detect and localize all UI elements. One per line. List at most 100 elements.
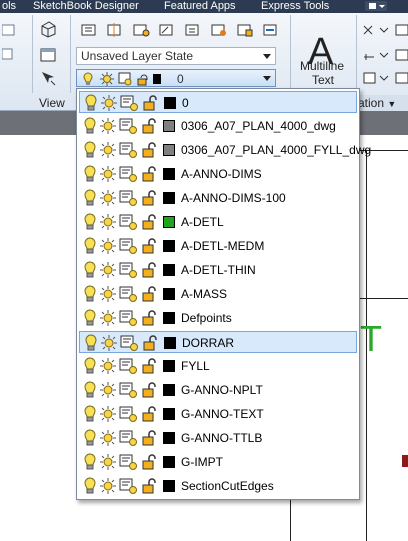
unlock-icon[interactable] bbox=[141, 165, 159, 183]
unlock-icon[interactable] bbox=[141, 285, 159, 303]
viewport-freeze-icon[interactable] bbox=[119, 357, 139, 375]
layer-color-swatch[interactable] bbox=[163, 408, 175, 420]
viewport-freeze-icon[interactable] bbox=[119, 261, 139, 279]
unlock-icon[interactable] bbox=[141, 453, 159, 471]
unlock-icon[interactable] bbox=[141, 141, 159, 159]
layer-row[interactable]: G-IMPT bbox=[79, 451, 357, 473]
layer-color-swatch[interactable] bbox=[163, 240, 175, 252]
layer-row[interactable]: 0306_A07_PLAN_4000_dwg bbox=[79, 115, 357, 137]
viewport-freeze-icon[interactable] bbox=[119, 213, 139, 231]
lightbulb-icon[interactable] bbox=[83, 285, 97, 303]
unlock-icon[interactable] bbox=[141, 309, 159, 327]
sun-freeze-icon[interactable] bbox=[99, 309, 117, 327]
sun-freeze-icon[interactable] bbox=[99, 117, 117, 135]
layer-color-swatch[interactable] bbox=[163, 168, 175, 180]
multiline-text-label-2[interactable]: Text bbox=[312, 73, 334, 87]
right-edge-button-2[interactable] bbox=[392, 46, 408, 66]
lightbulb-icon[interactable] bbox=[83, 189, 97, 207]
layer-row[interactable]: Defpoints bbox=[79, 307, 357, 329]
lightbulb-icon[interactable] bbox=[84, 334, 98, 352]
viewport-freeze-icon[interactable] bbox=[119, 477, 139, 495]
viewport-freeze-icon[interactable] bbox=[119, 237, 139, 255]
right-edge-button-3[interactable] bbox=[392, 69, 408, 89]
layer-color-swatch[interactable] bbox=[163, 288, 175, 300]
right-edge-button[interactable] bbox=[392, 21, 408, 41]
layer-row[interactable]: 0306_A07_PLAN_4000_FYLL_dwg bbox=[79, 139, 371, 161]
sun-freeze-icon[interactable] bbox=[99, 405, 117, 423]
sun-freeze-icon[interactable] bbox=[99, 429, 117, 447]
unlock-icon[interactable] bbox=[142, 94, 160, 112]
unlock-icon[interactable] bbox=[141, 405, 159, 423]
viewport-freeze-icon[interactable] bbox=[119, 405, 139, 423]
menu-item-express-tools[interactable]: Express Tools bbox=[261, 0, 329, 12]
layer-properties-button[interactable] bbox=[78, 20, 100, 40]
viewport-freeze-icon[interactable] bbox=[120, 334, 140, 352]
partial-tool-button-2[interactable] bbox=[0, 45, 22, 65]
layer-row[interactable]: A-ANNO-DIMS-100 bbox=[79, 187, 357, 209]
viewport-freeze-icon[interactable] bbox=[119, 309, 139, 327]
lightbulb-icon[interactable] bbox=[83, 309, 97, 327]
unlock-icon[interactable] bbox=[141, 477, 159, 495]
sun-freeze-icon[interactable] bbox=[100, 94, 118, 112]
layer-color-swatch[interactable] bbox=[163, 192, 175, 204]
lightbulb-icon[interactable] bbox=[83, 381, 97, 399]
layer-row[interactable]: A-DETL-MEDM bbox=[79, 235, 357, 257]
viewport-freeze-icon[interactable] bbox=[119, 285, 139, 303]
sun-freeze-icon[interactable] bbox=[99, 189, 117, 207]
workspace-dropdown[interactable] bbox=[365, 1, 387, 11]
view-cube-button[interactable] bbox=[37, 19, 59, 39]
layer-match-button[interactable] bbox=[130, 20, 152, 40]
lightbulb-icon[interactable] bbox=[83, 429, 97, 447]
table-button[interactable] bbox=[360, 69, 389, 89]
layer-row[interactable]: G-ANNO-TEXT bbox=[79, 403, 357, 425]
unlock-icon[interactable] bbox=[141, 117, 159, 135]
layer-color-swatch[interactable] bbox=[163, 456, 175, 468]
layer-color-swatch[interactable] bbox=[163, 360, 175, 372]
unlock-icon[interactable] bbox=[141, 261, 159, 279]
layer-color-swatch[interactable] bbox=[163, 312, 175, 324]
sun-freeze-icon[interactable] bbox=[99, 213, 117, 231]
lightbulb-icon[interactable] bbox=[83, 357, 97, 375]
lightbulb-icon[interactable] bbox=[83, 477, 97, 495]
unlock-icon[interactable] bbox=[141, 381, 159, 399]
multiline-text-label-1[interactable]: Multiline bbox=[300, 59, 344, 73]
unlock-icon[interactable] bbox=[142, 334, 160, 352]
layer-color-swatch[interactable] bbox=[163, 432, 175, 444]
viewport-freeze-icon[interactable] bbox=[119, 117, 139, 135]
menu-item-sketchbook-designer[interactable]: SketchBook Designer bbox=[33, 0, 139, 12]
layer-row[interactable]: G-ANNO-TTLB bbox=[79, 427, 357, 449]
layer-row[interactable]: G-ANNO-NPLT bbox=[79, 379, 357, 401]
sun-freeze-icon[interactable] bbox=[99, 285, 117, 303]
viewport-freeze-icon[interactable] bbox=[119, 381, 139, 399]
viewport-freeze-icon[interactable] bbox=[119, 141, 139, 159]
unlock-icon[interactable] bbox=[141, 213, 159, 231]
view-window-button[interactable] bbox=[37, 45, 59, 65]
layer-previous-button[interactable] bbox=[156, 20, 178, 40]
layer-color-swatch[interactable] bbox=[163, 480, 175, 492]
unlock-icon[interactable] bbox=[141, 429, 159, 447]
sun-freeze-icon[interactable] bbox=[99, 237, 117, 255]
sun-freeze-icon[interactable] bbox=[100, 334, 118, 352]
lightbulb-icon[interactable] bbox=[83, 237, 97, 255]
unlock-icon[interactable] bbox=[141, 237, 159, 255]
layer-row[interactable]: 0 bbox=[79, 91, 357, 113]
lightbulb-icon[interactable] bbox=[83, 165, 97, 183]
lightbulb-icon[interactable] bbox=[83, 453, 97, 471]
layer-color-swatch[interactable] bbox=[163, 120, 175, 132]
layer-color-swatch[interactable] bbox=[163, 216, 175, 228]
sun-freeze-icon[interactable] bbox=[99, 261, 117, 279]
dimension-button[interactable] bbox=[360, 46, 389, 66]
layer-row[interactable]: A-MASS bbox=[79, 283, 357, 305]
layer-color-swatch[interactable] bbox=[163, 264, 175, 276]
sun-freeze-icon[interactable] bbox=[99, 453, 117, 471]
layer-row[interactable]: DORRAR bbox=[79, 331, 357, 353]
layer-merge-button[interactable] bbox=[260, 20, 282, 40]
layer-color-swatch[interactable] bbox=[164, 337, 176, 349]
layer-combo[interactable]: 0 bbox=[76, 69, 276, 87]
unlock-icon[interactable] bbox=[141, 357, 159, 375]
layer-row[interactable]: A-ANNO-DIMS bbox=[79, 163, 357, 185]
layer-color-swatch[interactable] bbox=[164, 97, 176, 109]
view-navigate-button[interactable] bbox=[37, 68, 59, 88]
lightbulb-icon[interactable] bbox=[83, 261, 97, 279]
annotation-panel-label[interactable]: ation ▼ bbox=[354, 95, 408, 111]
